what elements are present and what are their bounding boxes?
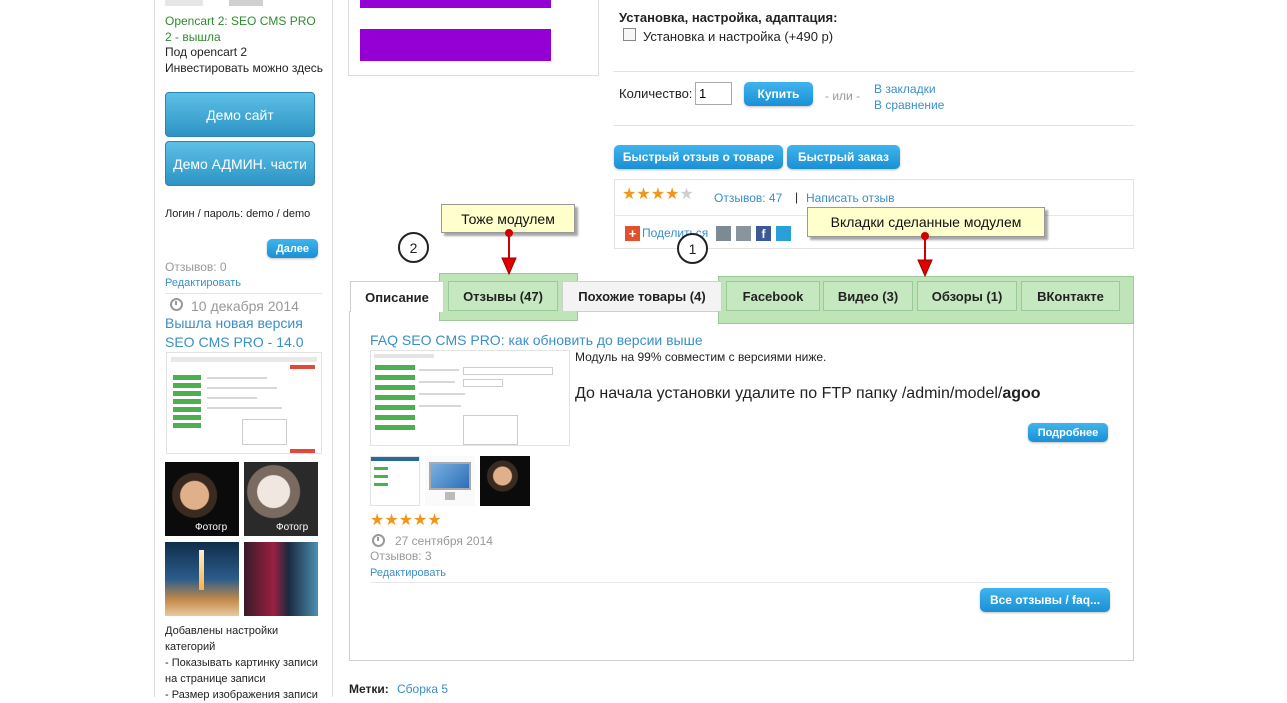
facebook-share-icon[interactable]: f [756,226,771,241]
sidebar-photo-rocket[interactable] [165,542,239,616]
demo-site-button[interactable]: Демо сайт [165,92,315,137]
review-thumb-3[interactable] [480,456,530,506]
review-divider [370,582,1112,583]
tab-video[interactable]: Видео (3) [823,281,913,311]
review-title-link[interactable]: FAQ SEO CMS PRO: как обновить до версии … [370,332,703,348]
quick-review-button[interactable]: Быстрый отзыв о товаре [614,145,783,169]
product-image-bar[interactable] [360,29,551,61]
sidebar-reviews-count: Отзывов: 0 [165,260,227,274]
login-text: Логин / пароль: demo / demo [165,208,311,220]
more-button[interactable]: Подробнее [1028,423,1108,442]
buy-button[interactable]: Купить [744,82,813,106]
review-date: 27 сентября 2014 [395,534,493,548]
install-option-label: Установка и настройка (+490 р) [643,29,834,44]
next-button[interactable]: Далее [267,239,318,258]
compare-link[interactable]: В сравнение [874,98,944,112]
tab-vkontakte[interactable]: ВКонтакте [1021,281,1120,311]
product-rating-stars: ★★★★★ [622,186,694,203]
or-label: - или - [825,89,861,103]
arrow-reviews-icon [501,229,517,276]
email-icon[interactable] [716,226,731,241]
sidebar-edit-link[interactable]: Редактировать [165,277,241,289]
clock-icon [170,297,183,312]
sidebar-line-invest: Инвестировать можно здесь [165,61,324,75]
review-text-line1: Модуль на 99% совместим с версиями ниже. [575,350,827,364]
demo-admin-button[interactable]: Демо АДМИН. части [165,141,315,186]
tab-reviews[interactable]: Отзывы (47) [448,281,558,311]
sidebar-photo-girl[interactable]: Фотогр [244,462,318,536]
all-reviews-button[interactable]: Все отзывы / faq... [980,588,1110,612]
twitter-share-icon[interactable] [776,226,791,241]
sidebar-news-title[interactable]: Opencart 2: SEO CMS PRO 2 - вышла [165,13,325,45]
sidebar-border [332,0,333,697]
review-text-line2: До начала установки удалите по FTP папку… [575,385,1041,402]
review-clock-icon [372,533,385,548]
install-checkbox[interactable] [623,28,636,41]
sidebar-divider [165,293,322,294]
rating-separator: | [795,190,799,204]
quick-order-button[interactable]: Быстрый заказ [787,145,900,169]
sidebar-post-title[interactable]: Вышла новая версия SEO CMS PRO - 14.0 [165,314,325,352]
options-divider [613,71,1134,72]
review-count: Отзывов: 3 [370,549,432,563]
tags-label: Метки: [349,682,389,696]
review-edit-link[interactable]: Редактировать [370,567,446,579]
sidebar-image-shadow [229,0,263,6]
wishlist-link[interactable]: В закладки [874,82,936,96]
tab-description[interactable]: Описание [350,281,444,312]
print-icon[interactable] [736,226,751,241]
review-thumb-2[interactable] [425,456,475,506]
sidebar-line-under: Под opencart 2 [165,45,248,59]
annotation-number-1: 1 [677,233,708,264]
sidebar-image-bottom [165,0,203,6]
options-title: Установка, настройка, адаптация: [619,10,838,25]
sidebar-post-date: 10 декабря 2014 [191,298,299,314]
arrow-tabs-icon [917,232,933,278]
sidebar-post-image[interactable] [166,352,322,454]
tag-link[interactable]: Сборка 5 [397,682,448,696]
product-image-bar-top [360,0,551,8]
buy-divider [613,125,1134,126]
review-rating-stars: ★★★★★ [370,512,442,529]
tab-facebook[interactable]: Facebook [726,281,820,311]
qty-label: Количество: [619,86,693,101]
sidebar-photo-women[interactable] [244,542,318,616]
write-review-link[interactable]: Написать отзыв [806,191,894,205]
review-main-image[interactable] [370,350,570,446]
qty-input[interactable] [695,82,732,105]
sidebar-photo-man[interactable]: Фотогр [165,462,239,536]
annotation-number-2: 2 [398,232,429,263]
tab-reviews-overviews[interactable]: Обзоры (1) [917,281,1017,311]
left-border [154,0,155,697]
share-plus-icon[interactable]: + [625,226,640,241]
sidebar-post2-text: Добавлены настройки категорий - Показыва… [165,625,318,701]
review-thumb-1[interactable] [370,456,420,506]
tab-related[interactable]: Похожие товары (4) [562,281,722,311]
reviews-count-link[interactable]: Отзывов: 47 [714,191,782,205]
